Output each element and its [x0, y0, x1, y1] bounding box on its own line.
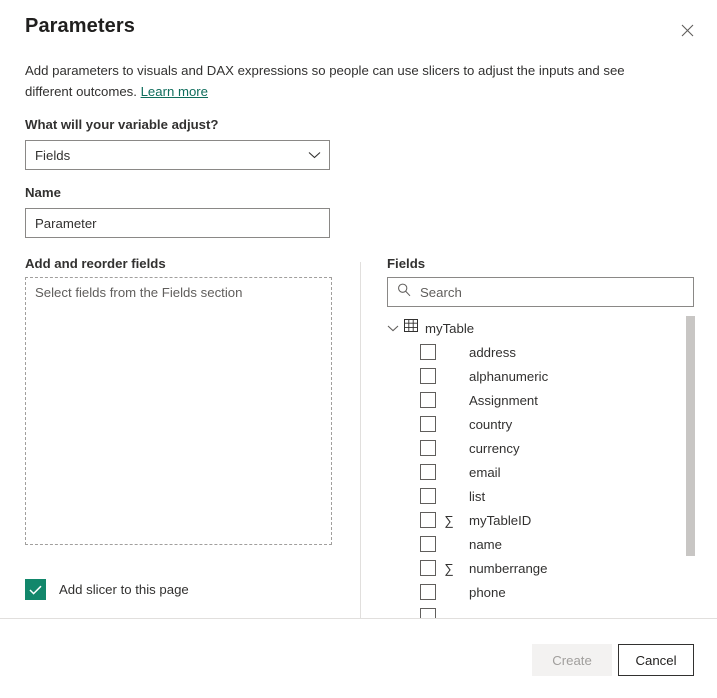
search-icon	[397, 283, 411, 302]
variable-adjust-value: Fields	[35, 148, 308, 163]
fields-tree: myTable ∑ address ∑ alphanumeric ∑ Assignment…	[387, 316, 694, 618]
fields-scrollbar-thumb[interactable]	[686, 316, 695, 556]
field-label: numberrange	[469, 561, 547, 576]
field-checkbox[interactable]	[420, 560, 436, 576]
chevron-down-icon	[308, 146, 321, 164]
field-row[interactable]: ∑	[387, 604, 694, 618]
field-row[interactable]: ∑ Assignment	[387, 388, 694, 412]
table-grid-icon	[404, 319, 418, 337]
field-label: list	[469, 489, 485, 504]
sigma-icon-placeholder: ∑	[440, 537, 458, 552]
fields-panel-label: Fields	[387, 256, 425, 271]
page-title: Parameters	[25, 15, 135, 38]
close-button[interactable]	[671, 14, 703, 46]
field-row[interactable]: ∑ name	[387, 532, 694, 556]
fields-dropzone[interactable]: Select fields from the Fields section	[25, 277, 332, 545]
field-row[interactable]: ∑ alphanumeric	[387, 364, 694, 388]
sigma-icon-placeholder: ∑	[440, 417, 458, 432]
field-checkbox[interactable]	[420, 536, 436, 552]
sigma-icon-placeholder: ∑	[440, 465, 458, 480]
field-checkbox[interactable]	[420, 416, 436, 432]
panel-divider	[360, 262, 361, 618]
sigma-icon: ∑	[440, 513, 458, 528]
field-label: myTableID	[469, 513, 531, 528]
sigma-icon-placeholder: ∑	[440, 489, 458, 504]
sigma-icon-placeholder: ∑	[440, 369, 458, 384]
sigma-icon-placeholder: ∑	[440, 393, 458, 408]
add-slicer-checkbox[interactable]: Add slicer to this page	[25, 579, 189, 600]
sigma-icon-placeholder: ∑	[440, 345, 458, 360]
variable-adjust-dropdown[interactable]: Fields	[25, 140, 330, 170]
field-row[interactable]: ∑ address	[387, 340, 694, 364]
field-row[interactable]: ∑ myTableID	[387, 508, 694, 532]
field-label: alphanumeric	[469, 369, 548, 384]
field-row[interactable]: ∑ email	[387, 460, 694, 484]
learn-more-link[interactable]: Learn more	[141, 84, 208, 99]
tree-node-mytable[interactable]: myTable	[387, 316, 694, 340]
create-button[interactable]: Create	[532, 644, 612, 676]
field-checkbox[interactable]	[420, 608, 436, 618]
name-label: Name	[25, 185, 61, 200]
field-label: name	[469, 537, 502, 552]
cancel-button[interactable]: Cancel	[618, 644, 694, 676]
checkmark-icon	[25, 579, 46, 600]
field-row[interactable]: ∑ phone	[387, 580, 694, 604]
field-label: Assignment	[469, 393, 538, 408]
sigma-icon-placeholder: ∑	[440, 585, 458, 600]
dialog-description: Add parameters to visuals and DAX expres…	[25, 60, 665, 102]
field-checkbox[interactable]	[420, 488, 436, 504]
field-row[interactable]: ∑ list	[387, 484, 694, 508]
dropzone-hint-text: Select fields from the Fields section	[35, 285, 242, 300]
field-checkbox[interactable]	[420, 344, 436, 360]
sigma-icon-placeholder: ∑	[440, 609, 458, 619]
field-checkbox[interactable]	[420, 584, 436, 600]
field-list: ∑ address ∑ alphanumeric ∑ Assignment ∑ country…	[387, 340, 694, 618]
search-input[interactable]: Search	[387, 277, 694, 307]
sigma-icon: ∑	[440, 561, 458, 576]
footer-divider	[0, 618, 717, 619]
field-checkbox[interactable]	[420, 512, 436, 528]
field-checkbox[interactable]	[420, 440, 436, 456]
field-label: country	[469, 417, 512, 432]
field-row[interactable]: ∑ country	[387, 412, 694, 436]
search-placeholder: Search	[420, 285, 462, 300]
field-checkbox[interactable]	[420, 368, 436, 384]
tree-node-label: myTable	[425, 321, 474, 336]
field-label: currency	[469, 441, 520, 456]
field-label: email	[469, 465, 501, 480]
close-icon	[681, 24, 694, 37]
variable-adjust-label: What will your variable adjust?	[25, 117, 218, 132]
field-label: phone	[469, 585, 506, 600]
name-input[interactable]	[25, 208, 330, 238]
field-checkbox[interactable]	[420, 392, 436, 408]
add-slicer-label: Add slicer to this page	[59, 582, 189, 597]
field-row[interactable]: ∑ numberrange	[387, 556, 694, 580]
description-text: Add parameters to visuals and DAX expres…	[25, 63, 625, 99]
field-row[interactable]: ∑ currency	[387, 436, 694, 460]
add-reorder-fields-label: Add and reorder fields	[25, 256, 166, 271]
sigma-icon-placeholder: ∑	[440, 441, 458, 456]
field-checkbox[interactable]	[420, 464, 436, 480]
chevron-down-icon[interactable]	[387, 319, 399, 337]
field-label: address	[469, 345, 516, 360]
